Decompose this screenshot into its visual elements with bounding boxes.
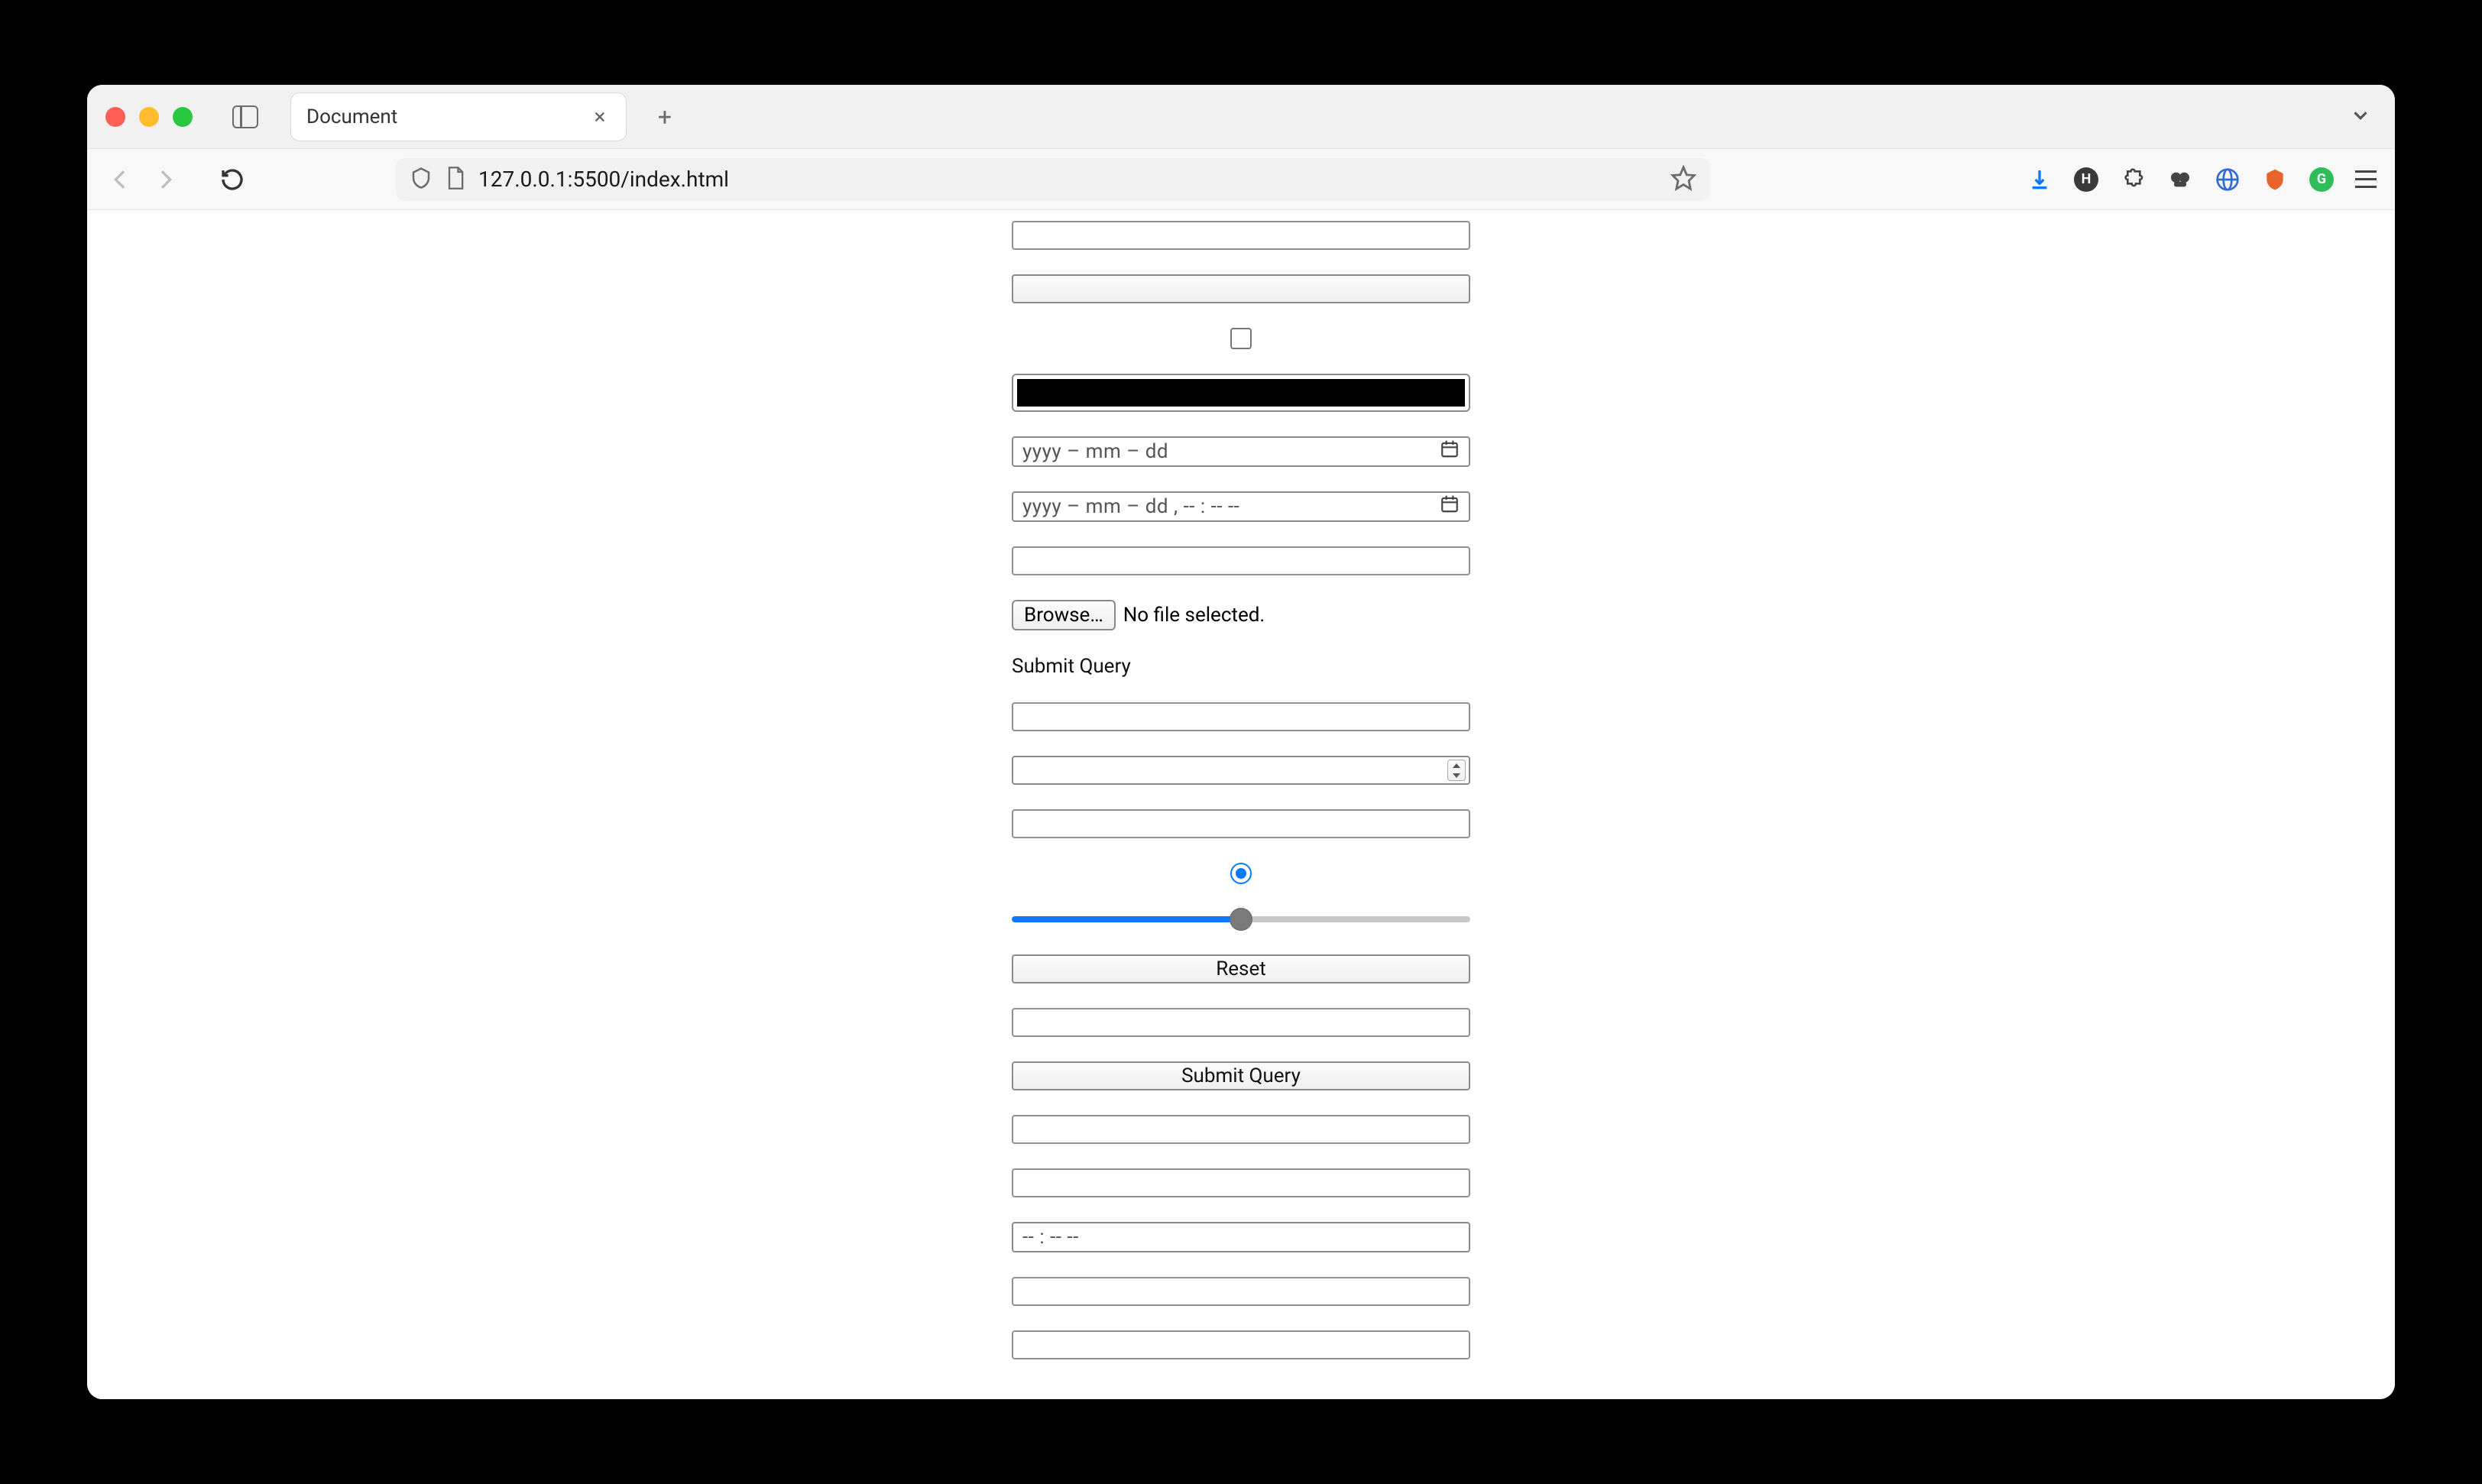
url-input[interactable] xyxy=(1012,1277,1470,1306)
color-input[interactable] xyxy=(1012,374,1470,412)
sidebar-toggle-icon[interactable] xyxy=(232,105,258,128)
datetime-placeholder: yyyy – mm – dd , -- : -- -- xyxy=(1022,495,1239,518)
checkbox-input[interactable] xyxy=(1230,328,1252,349)
submit-button[interactable]: Submit Query xyxy=(1012,1061,1470,1090)
tab-close-button[interactable]: × xyxy=(589,106,611,128)
forward-button[interactable] xyxy=(150,164,180,195)
tab-strip: Document × + xyxy=(87,85,2395,149)
date-placeholder: yyyy – mm – dd xyxy=(1022,440,1168,463)
form-column: yyyy – mm – dd yyyy – mm – dd , -- : -- … xyxy=(87,210,2395,1359)
extension-g-icon[interactable]: G xyxy=(2309,167,2334,192)
menu-button[interactable] xyxy=(2355,170,2377,188)
back-button[interactable] xyxy=(105,164,136,195)
datetime-local-input[interactable]: yyyy – mm – dd , -- : -- -- xyxy=(1012,491,1470,522)
browser-window: Document × + 127.0. xyxy=(87,85,2395,1399)
window-minimize-button[interactable] xyxy=(139,107,159,127)
time-placeholder: -- : -- -- xyxy=(1022,1226,1079,1249)
file-input[interactable]: Browse… No file selected. xyxy=(1012,600,1470,630)
tabs-dropdown-button[interactable] xyxy=(2349,104,2372,130)
page-icon xyxy=(445,166,466,193)
new-tab-button[interactable]: + xyxy=(650,102,680,132)
search-input[interactable] xyxy=(1012,1008,1470,1037)
extension-h-icon[interactable]: H xyxy=(2074,167,2098,192)
color-swatch xyxy=(1017,379,1465,407)
traffic-lights xyxy=(105,107,193,127)
shield-icon[interactable] xyxy=(410,167,433,193)
extensions-puzzle-icon[interactable] xyxy=(2120,167,2146,193)
image-input-fallback[interactable]: Submit Query xyxy=(1012,655,1470,678)
tab-title: Document xyxy=(306,105,580,128)
extension-globe-icon[interactable] xyxy=(2215,167,2241,193)
reload-button[interactable] xyxy=(217,164,248,195)
text-input-1[interactable] xyxy=(1012,221,1470,250)
reset-button[interactable]: Reset xyxy=(1012,954,1470,983)
time-input[interactable]: -- : -- -- xyxy=(1012,1222,1470,1252)
calendar-icon[interactable] xyxy=(1440,439,1460,465)
window-close-button[interactable] xyxy=(105,107,125,127)
radio-input[interactable] xyxy=(1230,863,1252,884)
number-input[interactable] xyxy=(1012,756,1470,785)
tel-input[interactable] xyxy=(1012,1115,1470,1144)
text-input-2[interactable] xyxy=(1012,1168,1470,1197)
range-thumb[interactable] xyxy=(1230,908,1252,931)
calendar-icon[interactable] xyxy=(1440,494,1460,520)
bookmark-star-icon[interactable] xyxy=(1670,165,1696,194)
password-input[interactable] xyxy=(1012,809,1470,838)
url-bar-container: 127.0.0.1:5500/index.html xyxy=(261,158,1845,201)
window-zoom-button[interactable] xyxy=(173,107,193,127)
toolbar-extensions: H G xyxy=(2027,167,2377,193)
range-input[interactable] xyxy=(1012,909,1470,930)
url-bar[interactable]: 127.0.0.1:5500/index.html xyxy=(396,158,1710,201)
week-input[interactable] xyxy=(1012,1330,1470,1359)
url-text: 127.0.0.1:5500/index.html xyxy=(478,167,1658,192)
file-status-text: No file selected. xyxy=(1123,604,1265,627)
download-icon[interactable] xyxy=(2027,167,2053,193)
radio-dot xyxy=(1236,868,1246,879)
file-browse-button[interactable]: Browse… xyxy=(1012,600,1116,630)
extension-mask-icon[interactable] xyxy=(2167,167,2193,193)
toolbar: 127.0.0.1:5500/index.html H xyxy=(87,149,2395,210)
date-input[interactable]: yyyy – mm – dd xyxy=(1012,436,1470,467)
email-input[interactable] xyxy=(1012,546,1470,575)
page-viewport: yyyy – mm – dd yyyy – mm – dd , -- : -- … xyxy=(87,210,2395,1399)
browser-tab[interactable]: Document × xyxy=(290,92,627,141)
button-input[interactable] xyxy=(1012,274,1470,303)
month-input[interactable] xyxy=(1012,702,1470,731)
extension-shield-orange-icon[interactable] xyxy=(2262,167,2288,193)
number-stepper[interactable] xyxy=(1447,760,1466,781)
